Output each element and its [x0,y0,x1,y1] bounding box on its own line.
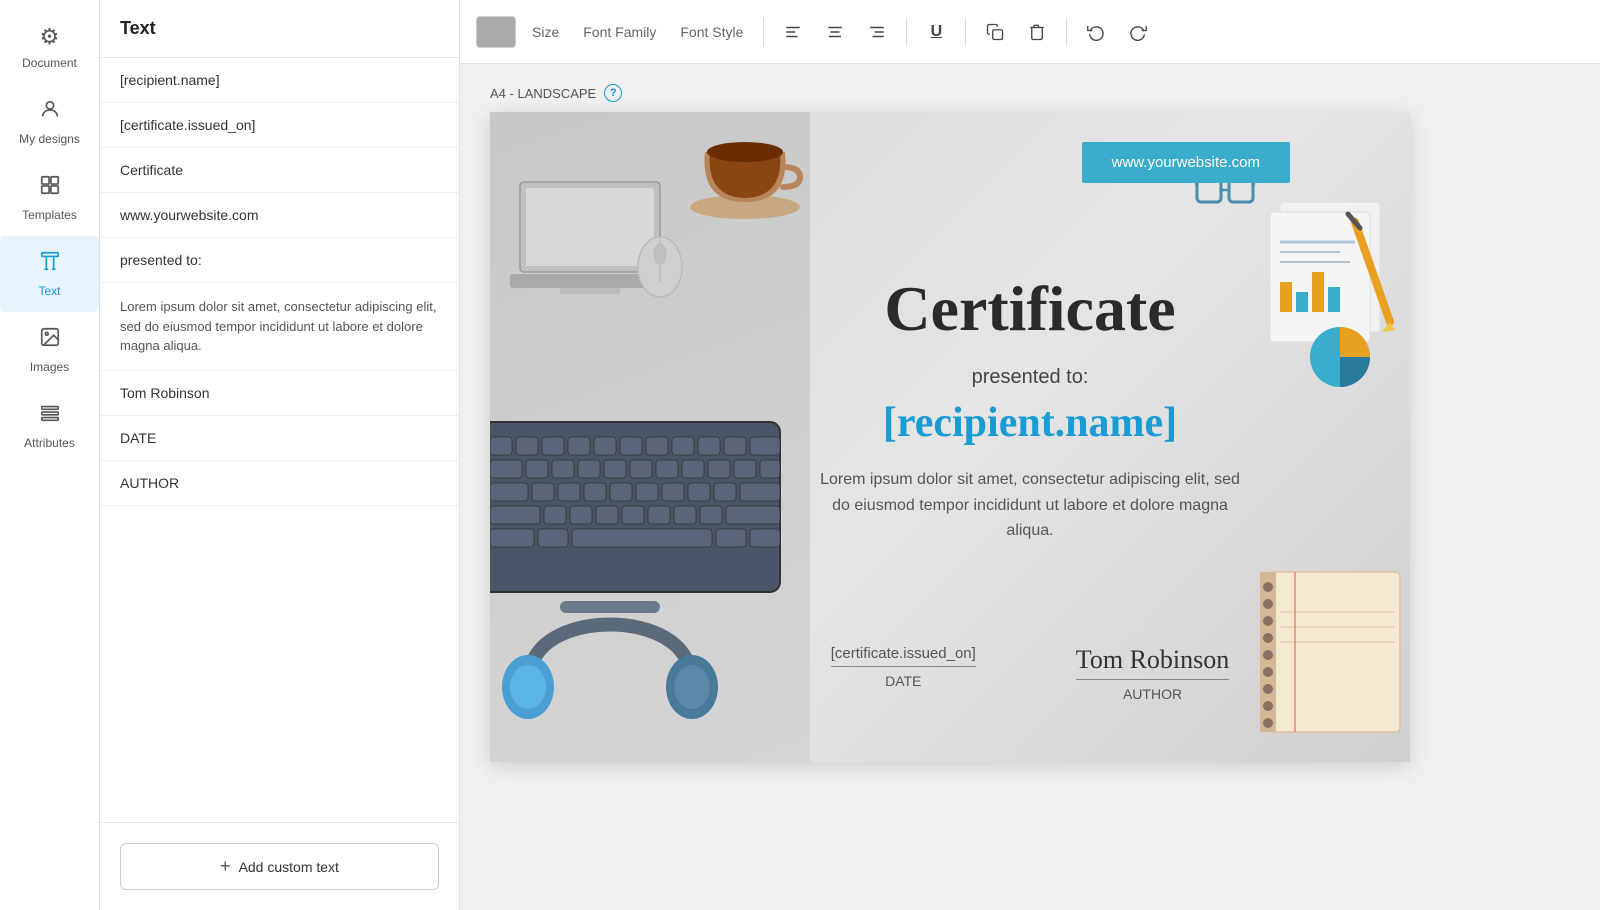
cert-presented[interactable]: presented to: [810,366,1250,389]
mouse-deco [630,222,690,307]
canvas-area: A4 - LANDSCAPE ? [460,64,1600,910]
cert-content: Certificate presented to: [recipient.nam… [810,272,1250,584]
cert-background: www.yourwebsite.com Certificate presente… [490,112,1410,762]
toolbar-divider-1 [763,18,764,46]
cert-website-banner[interactable]: www.yourwebsite.com [1082,142,1290,183]
sidebar-item-text[interactable]: Text [0,236,99,312]
size-label[interactable]: Size [524,24,567,40]
align-center-button[interactable] [818,15,852,49]
undo-button[interactable] [1079,15,1113,49]
panel-list: [recipient.name] [certificate.issued_on]… [100,58,459,822]
certificate-canvas[interactable]: www.yourwebsite.com Certificate presente… [490,112,1410,762]
sidebar-item-attributes-label: Attributes [24,436,75,450]
sidebar-item-templates-label: Templates [22,208,77,222]
cert-sig-block-author: Tom Robinson AUTHOR [1076,645,1229,702]
sidebar: ⚙ Document My designs Templates Text [0,0,100,910]
delete-button[interactable] [1020,15,1054,49]
list-item-issued-on[interactable]: [certificate.issued_on] [100,103,459,148]
format-text: A4 - LANDSCAPE [490,86,596,101]
user-icon [39,98,61,126]
coffee-deco [680,112,810,222]
sidebar-item-my-designs[interactable]: My designs [0,84,99,160]
redo-button[interactable] [1121,15,1155,49]
text-panel: Text [recipient.name] [certificate.issue… [100,0,460,910]
headphones-deco [500,557,720,762]
sidebar-item-attributes[interactable]: Attributes [0,388,99,464]
plus-icon: + [220,856,231,877]
sidebar-item-document[interactable]: ⚙ Document [0,10,99,84]
attributes-icon [39,402,61,430]
cert-right-decoration [1250,112,1410,762]
gear-icon: ⚙ [40,24,60,50]
add-custom-text-button[interactable]: + Add custom text [120,843,439,890]
cert-sig-block-date: [certificate.issued_on] DATE [831,645,976,702]
notebook-deco [1250,562,1410,762]
add-custom-text-label: Add custom text [239,859,339,875]
align-right-button[interactable] [860,15,894,49]
toolbar-divider-2 [906,18,907,46]
underline-button[interactable]: U [919,15,953,49]
cert-sig-label-date: DATE [831,666,976,689]
toolbar-divider-4 [1066,18,1067,46]
text-icon [39,250,61,278]
list-item-website[interactable]: www.yourwebsite.com [100,193,459,238]
sidebar-item-images-label: Images [30,360,69,374]
main-area: Size Font Family Font Style U [460,0,1600,910]
cert-sig-cursive: Tom Robinson [1076,645,1229,675]
toolbar-divider-3 [965,18,966,46]
cert-sig-value-date: [certificate.issued_on] [831,645,976,662]
copy-button[interactable] [978,15,1012,49]
underline-icon: U [931,23,943,41]
cert-sig-label-author: AUTHOR [1076,679,1229,702]
align-left-button[interactable] [776,15,810,49]
sidebar-item-text-label: Text [38,284,60,298]
sidebar-item-images[interactable]: Images [0,312,99,388]
panel-title: Text [100,0,459,58]
sidebar-item-templates[interactable]: Templates [0,160,99,236]
panel-footer: + Add custom text [100,822,459,910]
canvas-format-label: A4 - LANDSCAPE ? [490,84,622,102]
toolbar: Size Font Family Font Style U [460,0,1600,64]
cert-signatures: [certificate.issued_on] DATE Tom Robinso… [810,645,1250,702]
sidebar-item-my-designs-label: My designs [19,132,80,146]
list-item-certificate[interactable]: Certificate [100,148,459,193]
cert-title[interactable]: Certificate [810,272,1250,346]
font-style-label[interactable]: Font Style [672,24,751,40]
font-family-label[interactable]: Font Family [575,24,664,40]
list-item-lorem[interactable]: Lorem ipsum dolor sit amet, consectetur … [100,283,459,371]
list-item-date[interactable]: DATE [100,416,459,461]
cert-recipient[interactable]: [recipient.name] [810,399,1250,447]
list-item-tom-robinson[interactable]: Tom Robinson [100,371,459,416]
templates-icon [39,174,61,202]
color-picker[interactable] [476,16,516,48]
chart-deco [1260,192,1410,392]
list-item-recipient[interactable]: [recipient.name] [100,58,459,103]
help-icon[interactable]: ? [604,84,622,102]
list-item-author[interactable]: AUTHOR [100,461,459,506]
images-icon [39,326,61,354]
list-item-presented-to[interactable]: presented to: [100,238,459,283]
sidebar-item-document-label: Document [22,56,77,70]
cert-lorem[interactable]: Lorem ipsum dolor sit amet, consectetur … [810,467,1250,544]
